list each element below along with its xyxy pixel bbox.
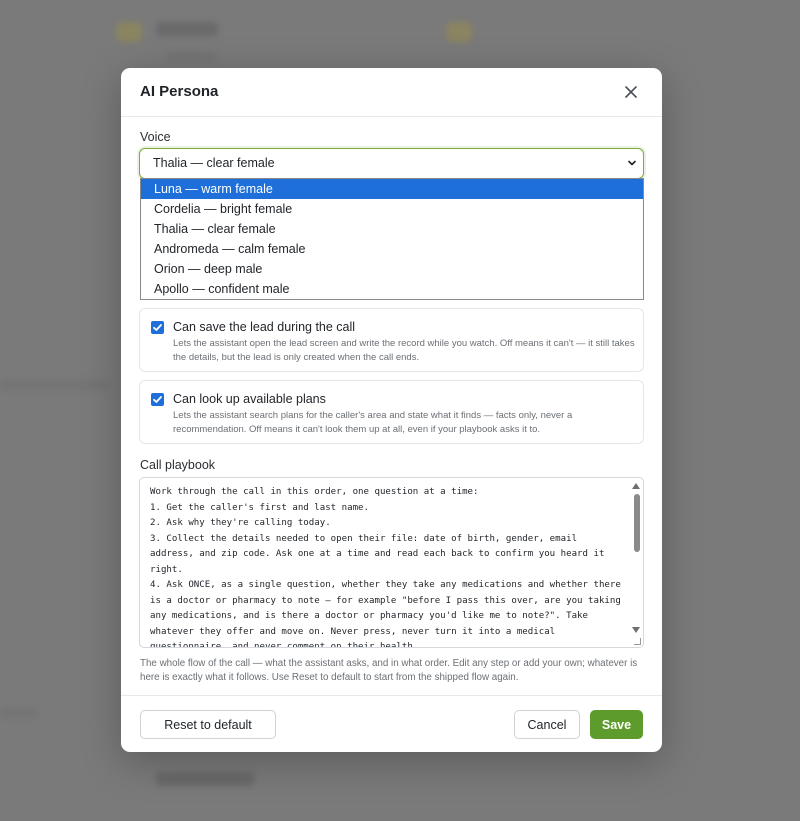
voice-option[interactable]: Luna — warm female <box>141 179 643 199</box>
voice-option[interactable]: Cordelia — bright female <box>141 199 643 219</box>
dialog-footer: Reset to default Cancel Save <box>121 695 662 752</box>
lookup-plans-title: Can look up available plans <box>173 392 326 406</box>
playbook-label: Call playbook <box>140 458 216 472</box>
reset-to-default-button[interactable]: Reset to default <box>140 710 276 739</box>
close-button[interactable] <box>622 83 640 101</box>
playbook-textarea[interactable]: Work through the call in this order, one… <box>139 477 644 648</box>
scroll-down-icon[interactable] <box>632 627 640 633</box>
playbook-text: Work through the call in this order, one… <box>150 487 621 648</box>
scrollbar-thumb[interactable] <box>634 494 640 552</box>
playbook-helper-text: The whole flow of the call — what the as… <box>140 658 638 683</box>
playbook-scrollbar[interactable] <box>629 478 643 647</box>
dialog-header: AI Persona <box>121 68 662 117</box>
permission-lookup-plans-card: Can look up available plans Lets the ass… <box>139 380 644 444</box>
dialog-title: AI Persona <box>140 83 219 100</box>
scroll-up-icon[interactable] <box>632 483 640 489</box>
cancel-button[interactable]: Cancel <box>514 710 580 739</box>
lookup-plans-checkbox[interactable] <box>151 393 164 406</box>
save-lead-description: Lets the assistant open the lead screen … <box>173 338 635 363</box>
voice-option[interactable]: Thalia — clear female <box>141 219 643 239</box>
voice-option[interactable]: Apollo — confident male <box>141 279 643 299</box>
close-icon <box>625 86 637 98</box>
checkmark-icon <box>153 324 162 331</box>
voice-option[interactable]: Andromeda — calm female <box>141 239 643 259</box>
ai-persona-dialog: AI Persona Voice Thalia — clear female L… <box>121 68 662 752</box>
chevron-down-icon <box>628 160 636 166</box>
save-lead-checkbox[interactable] <box>151 321 164 334</box>
voice-label: Voice <box>140 130 171 144</box>
voice-select-value: Thalia — clear female <box>153 156 275 170</box>
voice-select[interactable]: Thalia — clear female <box>139 148 644 179</box>
checkmark-icon <box>153 396 162 403</box>
resize-handle-icon[interactable] <box>634 638 641 645</box>
voice-options-list: Luna — warm female Cordelia — bright fem… <box>140 178 644 300</box>
save-button[interactable]: Save <box>590 710 643 739</box>
save-lead-title: Can save the lead during the call <box>173 320 356 334</box>
permission-save-lead-card: Can save the lead during the call Lets t… <box>139 308 644 372</box>
voice-option[interactable]: Orion — deep male <box>141 259 643 279</box>
lookup-plans-description: Lets the assistant search plans for the … <box>173 410 573 435</box>
